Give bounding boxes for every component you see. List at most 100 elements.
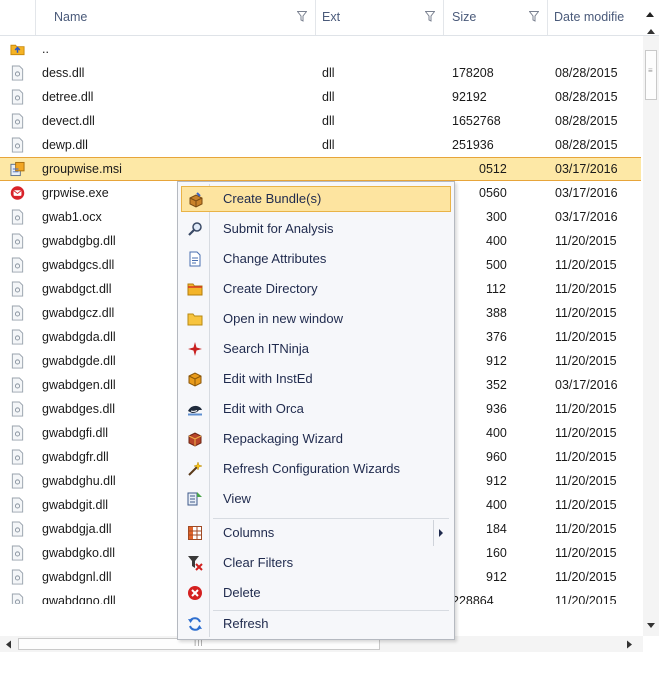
file-date: 11/20/2015 xyxy=(555,450,617,464)
file-size: 936 xyxy=(486,402,507,416)
menu-item-submit-analysis[interactable]: Submit for Analysis xyxy=(181,216,451,242)
file-size: 228864 xyxy=(452,594,494,604)
file-size: 1652768 xyxy=(452,114,501,128)
column-header-size-label: Size xyxy=(452,10,477,24)
menu-item-label: Create Bundle(s) xyxy=(223,191,322,206)
file-size: 376 xyxy=(486,330,507,344)
file-name: .. xyxy=(42,42,49,56)
menu-item-label: Change Attributes xyxy=(223,251,327,266)
table-row[interactable]: detree.dll dll 92192 08/28/2015 xyxy=(0,85,641,109)
file-name: gwabdges.dll xyxy=(42,402,115,416)
file-name: gwabdgnl.dll xyxy=(42,570,112,584)
file-name: devect.dll xyxy=(42,114,95,128)
menu-item-refresh[interactable]: Refresh xyxy=(181,611,451,637)
file-date: 11/20/2015 xyxy=(555,354,617,368)
file-name: gwabdgda.dll xyxy=(42,330,116,344)
file-size: 500 xyxy=(486,258,507,272)
scroll-up-arrow-icon[interactable] xyxy=(646,27,656,35)
dll-file-icon xyxy=(11,425,24,441)
column-header-date[interactable]: Date modifie xyxy=(548,0,659,35)
menu-item-change-attributes[interactable]: Change Attributes xyxy=(181,246,451,272)
file-date: 11/20/2015 xyxy=(555,234,617,248)
dll-file-icon xyxy=(11,113,24,129)
vertical-scroll-thumb[interactable]: ≡ xyxy=(645,50,657,100)
menu-item-repackaging-wizard[interactable]: Repackaging Wizard xyxy=(181,426,451,452)
column-header-date-label: Date modifie xyxy=(554,10,625,24)
menu-item-label: Repackaging Wizard xyxy=(223,431,343,446)
file-size: 112 xyxy=(486,282,506,296)
view-grid-icon xyxy=(187,492,202,506)
scroll-left-arrow-icon[interactable] xyxy=(5,640,12,649)
file-name: gwabdgit.dll xyxy=(42,498,109,512)
file-date: 03/17/2016 xyxy=(555,378,618,392)
file-name: dess.dll xyxy=(42,66,85,80)
file-date: 11/20/2015 xyxy=(555,306,617,320)
file-name: gwabdghu.dll xyxy=(42,474,116,488)
column-header-ext[interactable]: Ext xyxy=(316,0,444,35)
menu-item-delete[interactable]: Delete xyxy=(181,580,451,606)
dll-file-icon xyxy=(11,593,24,604)
file-size: 178208 xyxy=(452,66,494,80)
scroll-right-arrow-icon[interactable] xyxy=(626,640,633,649)
dll-file-icon xyxy=(11,401,24,417)
menu-item-create-bundle[interactable]: Create Bundle(s) xyxy=(181,186,451,212)
file-ext: dll xyxy=(322,138,335,152)
orca-whale-icon xyxy=(188,405,202,416)
file-size: 300 xyxy=(486,210,507,224)
submenu-arrow-icon xyxy=(439,529,443,537)
file-name: gwabdgcz.dll xyxy=(42,306,115,320)
menu-item-label: Edit with InstEd xyxy=(223,371,313,386)
file-date: 11/20/2015 xyxy=(555,498,617,512)
table-row[interactable]: .. xyxy=(0,37,641,61)
table-row[interactable]: dess.dll dll 178208 08/28/2015 xyxy=(0,61,641,85)
file-size: 912 xyxy=(486,474,507,488)
column-header-size[interactable]: Size xyxy=(444,0,548,35)
column-header-ext-label: Ext xyxy=(322,10,341,24)
file-date: 08/28/2015 xyxy=(555,138,618,152)
file-date: 11/20/2015 xyxy=(555,570,617,584)
menu-item-edit-orca[interactable]: Edit with Orca xyxy=(181,396,451,422)
menu-item-clear-filters[interactable]: Clear Filters xyxy=(181,550,451,576)
wizard-box-icon xyxy=(188,432,202,447)
table-row[interactable]: devect.dll dll 1652768 08/28/2015 xyxy=(0,109,641,133)
dll-file-icon xyxy=(11,257,24,273)
file-date: 11/20/2015 xyxy=(555,522,617,536)
menu-item-search-itninja[interactable]: Search ITNinja xyxy=(181,336,451,362)
menu-item-open-new-window[interactable]: Open in new window xyxy=(181,306,451,332)
file-name: grpwise.exe xyxy=(42,186,109,200)
file-list-view: Name Ext Size Date modifie .. dess.dll d… xyxy=(0,0,659,673)
file-name: gwabdgja.dll xyxy=(42,522,112,536)
folder-icon xyxy=(187,313,203,326)
menu-item-label: Search ITNinja xyxy=(223,341,309,356)
column-header-name[interactable]: Name xyxy=(36,0,316,35)
file-name: gwabdgct.dll xyxy=(42,282,112,296)
menu-item-columns[interactable]: Columns xyxy=(181,520,451,546)
file-date: 08/28/2015 xyxy=(555,90,618,104)
menu-item-edit-insted[interactable]: Edit with InstEd xyxy=(181,366,451,392)
dll-file-icon xyxy=(11,233,24,249)
filter-funnel-icon[interactable] xyxy=(425,11,435,22)
dll-file-icon xyxy=(11,545,24,561)
filter-funnel-icon[interactable] xyxy=(297,11,307,22)
document-icon xyxy=(189,251,201,267)
menu-item-refresh-config-wizards[interactable]: Refresh Configuration Wizards xyxy=(181,456,451,482)
dll-file-icon xyxy=(11,329,24,345)
menu-item-create-directory[interactable]: Create Directory xyxy=(181,276,451,302)
menu-item-label: Columns xyxy=(223,525,275,540)
menu-item-view[interactable]: View xyxy=(181,486,451,512)
table-row-selected[interactable]: groupwise.msi 0512 03/17/2016 xyxy=(0,157,641,181)
table-row[interactable]: dewp.dll dll 251936 08/28/2015 xyxy=(0,133,641,157)
vertical-scrollbar[interactable]: ≡ xyxy=(643,36,659,636)
file-name: dewp.dll xyxy=(42,138,88,152)
file-size: 92192 xyxy=(452,90,487,104)
magnifier-icon xyxy=(188,222,202,236)
menu-item-label: Edit with Orca xyxy=(223,401,304,416)
icon-column-header[interactable] xyxy=(0,0,36,35)
dll-file-icon xyxy=(11,569,24,585)
dll-file-icon xyxy=(11,65,24,81)
scroll-down-arrow-icon[interactable] xyxy=(646,622,656,630)
bundle-box-icon xyxy=(189,192,203,208)
filter-funnel-icon[interactable] xyxy=(529,11,539,22)
refresh-icon xyxy=(188,617,202,631)
menu-item-label: Refresh xyxy=(223,616,269,631)
